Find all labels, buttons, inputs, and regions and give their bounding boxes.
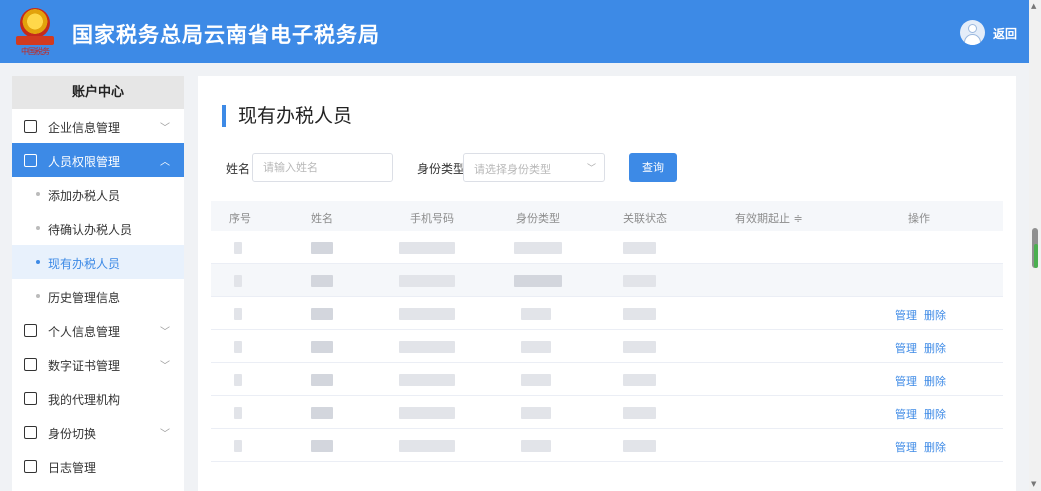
- name-filter-label: 姓名: [226, 162, 251, 176]
- chevron-down-icon: ﹀: [160, 123, 170, 134]
- nav-identity-switch[interactable]: 身份切换 ﹀: [12, 415, 184, 449]
- scroll-down-arrow-icon[interactable]: ▼: [1031, 480, 1036, 488]
- table-row: [211, 231, 1003, 264]
- user-key-icon: [24, 154, 37, 167]
- manage-link[interactable]: 管理: [895, 309, 917, 322]
- chevron-down-icon: ﹀: [160, 361, 170, 372]
- main-panel: 现有办税人员 姓名 身份类型 请选择身份类型 ﹀ 查询 序号 姓名 手机号码 身…: [198, 76, 1016, 491]
- manage-link[interactable]: 管理: [895, 408, 917, 421]
- user-avatar-icon[interactable]: [960, 20, 985, 45]
- row-actions: 管理 删除: [895, 307, 953, 323]
- nav-label: 身份切换: [48, 427, 97, 441]
- certificate-icon: [24, 358, 37, 371]
- col-phone: 手机号码: [410, 212, 454, 225]
- page-title: 现有办税人员: [222, 105, 352, 127]
- table-row: 管理 删除: [211, 363, 1003, 396]
- bullet-icon: [36, 294, 40, 298]
- chevron-up-icon: ︿: [160, 157, 170, 168]
- table-row: 管理 删除: [211, 297, 1003, 330]
- staff-table: 序号 姓名 手机号码 身份类型 关联状态 有效期起止 ≑ 操作 管理 删除 管理…: [211, 201, 1003, 462]
- col-validity-sort[interactable]: 有效期起止 ≑: [735, 210, 803, 226]
- col-actions: 操作: [908, 212, 930, 225]
- col-name: 姓名: [311, 212, 333, 225]
- nav-label: 数字证书管理: [48, 359, 121, 373]
- site-title: 国家税务总局云南省电子税务局: [72, 23, 380, 47]
- switch-icon: [24, 426, 37, 439]
- id-type-filter-label: 身份类型: [417, 162, 466, 176]
- nav-label: 日志管理: [48, 461, 97, 475]
- row-actions: 管理 删除: [895, 373, 953, 389]
- logo-text: 中国税务: [21, 47, 50, 56]
- id-type-placeholder: 请选择身份类型: [474, 163, 551, 176]
- chevron-down-icon: ﹀: [160, 429, 170, 440]
- agency-icon: [24, 392, 37, 405]
- table-row: 管理 删除: [211, 330, 1003, 363]
- table-row: [211, 264, 1003, 297]
- bullet-icon: [36, 226, 40, 230]
- nav-label: 企业信息管理: [48, 121, 121, 135]
- col-id-type: 身份类型: [516, 212, 560, 225]
- row-actions: 管理 删除: [895, 406, 953, 422]
- back-link[interactable]: 返回: [993, 25, 1017, 42]
- nav-certificates[interactable]: 数字证书管理 ﹀: [12, 347, 184, 381]
- subnav-history[interactable]: 历史管理信息: [12, 279, 184, 313]
- sidebar-heading: 账户中心: [12, 76, 184, 109]
- name-search-input[interactable]: [252, 153, 393, 182]
- delete-link[interactable]: 删除: [924, 342, 946, 355]
- row-actions: 管理 删除: [895, 340, 953, 356]
- nav-enterprise-info[interactable]: 企业信息管理 ﹀: [12, 109, 184, 143]
- delete-link[interactable]: 删除: [924, 408, 946, 421]
- subnav-pending-staff[interactable]: 待确认办税人员: [12, 211, 184, 245]
- manage-link[interactable]: 管理: [895, 375, 917, 388]
- nav-label: 我的代理机构: [48, 393, 121, 407]
- nav-agency[interactable]: 我的代理机构: [12, 381, 184, 415]
- scroll-indicator: [1034, 244, 1038, 268]
- table-header: 序号 姓名 手机号码 身份类型 关联状态 有效期起止 ≑ 操作: [211, 201, 1003, 231]
- col-index: 序号: [229, 212, 251, 225]
- log-icon: [24, 460, 37, 473]
- table-row: 管理 删除: [211, 396, 1003, 429]
- nav-staff-permissions[interactable]: 人员权限管理 ︿: [12, 143, 184, 177]
- row-actions: 管理 删除: [895, 439, 953, 455]
- tax-emblem-logo: 中国税务: [14, 8, 56, 56]
- bullet-icon: [36, 260, 40, 264]
- manage-link[interactable]: 管理: [895, 441, 917, 454]
- nav-label: 人员权限管理: [48, 155, 121, 169]
- id-type-select[interactable]: 请选择身份类型 ﹀: [463, 153, 605, 182]
- delete-link[interactable]: 删除: [924, 375, 946, 388]
- subnav-current-staff[interactable]: 现有办税人员: [12, 245, 184, 279]
- nav-personal-info[interactable]: 个人信息管理 ﹀: [12, 313, 184, 347]
- delete-link[interactable]: 删除: [924, 441, 946, 454]
- manage-link[interactable]: 管理: [895, 342, 917, 355]
- subnav-label: 添加办税人员: [48, 189, 121, 203]
- sidebar: 账户中心 企业信息管理 ﹀ 人员权限管理 ︿ 添加办税人员 待确认办税人员 现有…: [12, 76, 184, 491]
- query-button[interactable]: 查询: [629, 153, 677, 182]
- top-header: 中国税务 国家税务总局云南省电子税务局 返回: [0, 0, 1041, 63]
- subnav-label: 历史管理信息: [48, 291, 121, 305]
- building-icon: [24, 120, 37, 133]
- subnav-label: 待确认办税人员: [48, 223, 133, 237]
- nav-label: 个人信息管理: [48, 325, 121, 339]
- subnav-add-staff[interactable]: 添加办税人员: [12, 177, 184, 211]
- chevron-down-icon: ﹀: [586, 164, 596, 174]
- id-card-icon: [24, 324, 37, 337]
- subnav-label: 现有办税人员: [48, 257, 121, 271]
- delete-link[interactable]: 删除: [924, 309, 946, 322]
- chevron-down-icon: ﹀: [160, 327, 170, 338]
- nav-logs[interactable]: 日志管理: [12, 449, 184, 483]
- scroll-up-arrow-icon[interactable]: ▲: [1031, 2, 1036, 10]
- bullet-icon: [36, 192, 40, 196]
- col-link-status[interactable]: 关联状态: [623, 210, 667, 226]
- table-row: 管理 删除: [211, 429, 1003, 462]
